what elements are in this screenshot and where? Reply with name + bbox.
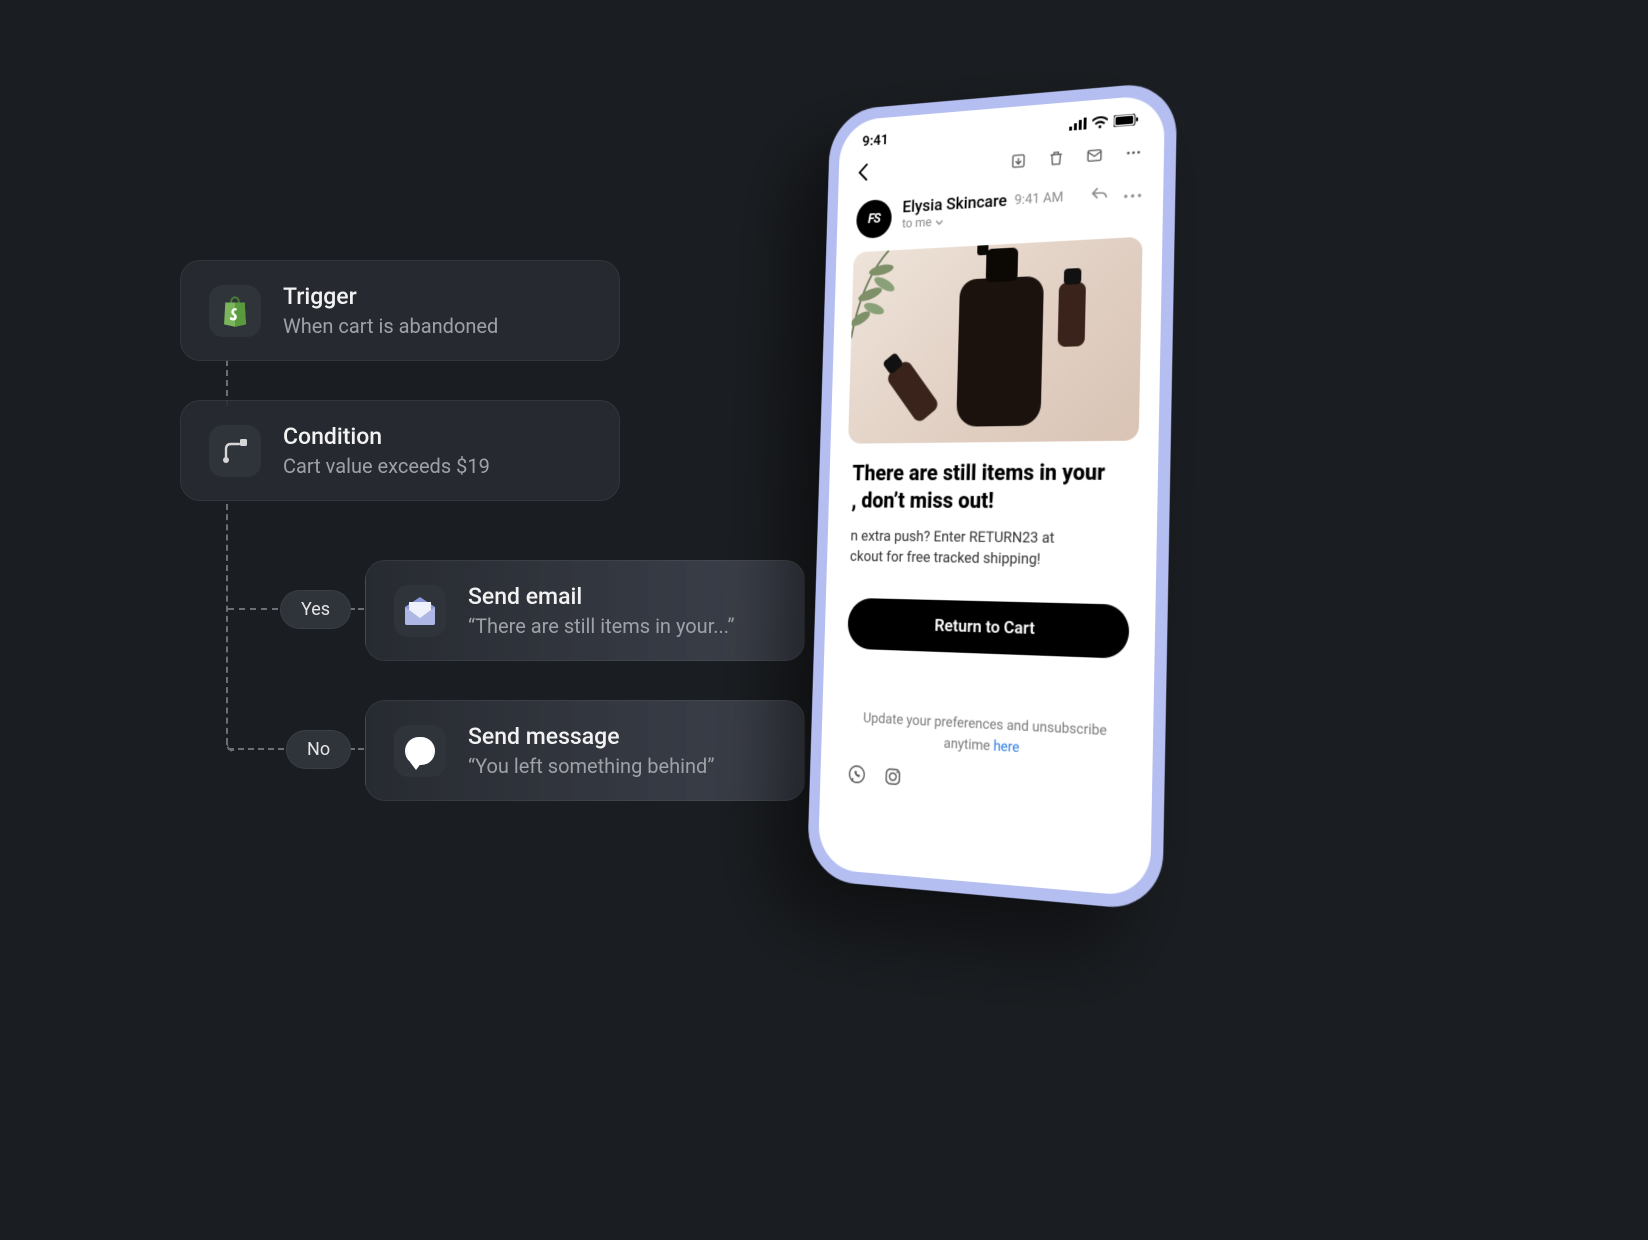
branch-label-yes: Yes	[280, 590, 351, 629]
shopify-icon	[209, 285, 261, 337]
delete-icon[interactable]	[1047, 149, 1065, 172]
to-line[interactable]: to me	[902, 215, 932, 231]
sender-avatar[interactable]: FS	[856, 199, 892, 239]
node-subtitle: When cart is abandoned	[283, 314, 498, 338]
email-headline-1: There are still items in your	[852, 460, 1105, 486]
message-icon	[394, 725, 446, 777]
flow-node-send-email[interactable]: Send email “There are still items in you…	[365, 560, 805, 661]
flow-node-trigger[interactable]: Trigger When cart is abandoned	[180, 260, 620, 361]
wifi-icon	[1092, 116, 1108, 129]
return-to-cart-button[interactable]: Return to Cart	[847, 598, 1129, 659]
more-icon[interactable]	[1124, 143, 1142, 166]
email-body-1: n extra push? Enter RETURN23 at	[850, 527, 1054, 547]
email-hero-image	[848, 237, 1143, 444]
connector	[226, 744, 234, 752]
reply-icon[interactable]	[1091, 184, 1109, 205]
leaf-decoration	[848, 239, 925, 348]
whatsapp-icon[interactable]	[847, 763, 867, 790]
node-subtitle: Cart value exceeds $19	[283, 454, 490, 478]
email-body-2: ckout for free tracked shipping!	[850, 547, 1041, 568]
email-icon	[394, 585, 446, 637]
email-headline-2: , don’t miss out!	[851, 489, 994, 514]
archive-icon[interactable]	[1010, 152, 1027, 175]
back-button[interactable]	[857, 163, 868, 186]
instagram-icon[interactable]	[882, 765, 903, 792]
sent-time: 9:41 AM	[1014, 189, 1063, 208]
node-title: Send message	[468, 723, 714, 750]
flow-node-condition[interactable]: Condition Cart value exceeds $19	[180, 400, 620, 501]
status-indicators	[1069, 113, 1139, 131]
more-icon[interactable]	[1124, 182, 1142, 203]
branch-icon	[209, 425, 261, 477]
phone-mockup: 9:41 FS	[807, 81, 1178, 912]
cell-signal-icon	[1069, 117, 1087, 130]
chevron-down-icon[interactable]	[935, 219, 943, 225]
battery-icon	[1113, 113, 1139, 127]
node-title: Send email	[468, 583, 735, 610]
connector	[228, 608, 278, 610]
node-title: Trigger	[283, 283, 498, 310]
connector	[226, 504, 228, 744]
unsubscribe-link[interactable]: here	[993, 738, 1019, 756]
mail-icon[interactable]	[1086, 146, 1104, 169]
connector	[228, 748, 284, 750]
branch-label-no: No	[286, 730, 351, 769]
node-subtitle: “You left something behind”	[468, 754, 714, 778]
status-time: 9:41	[862, 131, 889, 150]
node-subtitle: “There are still items in your...”	[468, 614, 735, 638]
footer-text: Update your preferences and unsubscribe …	[863, 710, 1107, 754]
flow-node-send-message[interactable]: Send message “You left something behind”	[365, 700, 805, 801]
node-title: Condition	[283, 423, 490, 450]
